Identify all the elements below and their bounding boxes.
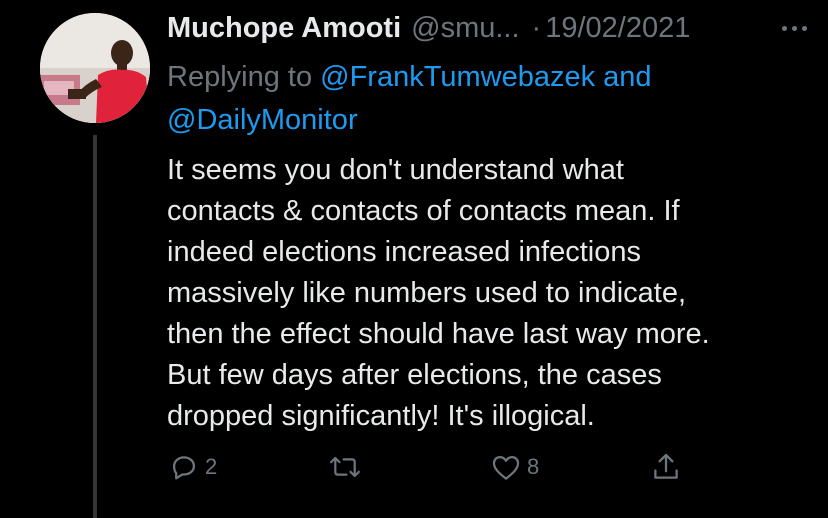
mention-conjunction[interactable]: and: [603, 61, 651, 93]
replying-to: Replying to @FrankTumwebazek and @DailyM…: [167, 56, 787, 142]
replying-prefix: Replying to: [167, 61, 313, 93]
retweet-icon: [330, 456, 360, 478]
tweet-text: It seems you don't understand what conta…: [167, 150, 807, 437]
tweet-text-line: But few days after elections, the cases: [167, 359, 662, 391]
tweet-text-line: dropped significantly! It's illogical.: [167, 400, 595, 432]
more-horizontal-icon[interactable]: [782, 14, 807, 42]
avatar-image: [40, 13, 150, 123]
action-bar: 2 8: [167, 450, 707, 490]
tweet-header: Muchope Amooti @smu... · 19/02/2021: [167, 8, 807, 48]
thread-line: [93, 135, 97, 518]
like-button[interactable]: 8: [489, 450, 539, 484]
mention-link[interactable]: @DailyMonitor: [167, 104, 358, 136]
tweet-text-line: contacts & contacts of contacts mean. If: [167, 195, 680, 227]
author-name[interactable]: Muchope Amooti: [167, 12, 401, 45]
author-handle[interactable]: @smu...: [411, 12, 519, 45]
reply-count: 2: [205, 454, 218, 479]
mention-link[interactable]: @FrankTumwebazek: [320, 61, 595, 93]
like-count: 8: [527, 454, 540, 479]
share-button[interactable]: [649, 450, 683, 484]
heart-icon: [492, 455, 520, 480]
tweet[interactable]: Muchope Amooti @smu... · 19/02/2021 Repl…: [0, 0, 828, 518]
tweet-text-line: It seems you don't understand what: [167, 154, 624, 186]
tweet-date[interactable]: 19/02/2021: [545, 12, 690, 45]
reply-button[interactable]: 2: [167, 450, 217, 484]
tweet-text-line: then the effect should have last way mor…: [167, 318, 710, 350]
tweet-text-line: massively like numbers used to indicate,: [167, 277, 687, 309]
tweet-text-line: indeed elections increased infections: [167, 236, 641, 268]
avatar[interactable]: [40, 13, 150, 123]
share-icon: [654, 453, 678, 479]
reply-icon: [172, 456, 196, 480]
header-separator: ·: [531, 11, 542, 44]
retweet-button[interactable]: [327, 450, 367, 484]
